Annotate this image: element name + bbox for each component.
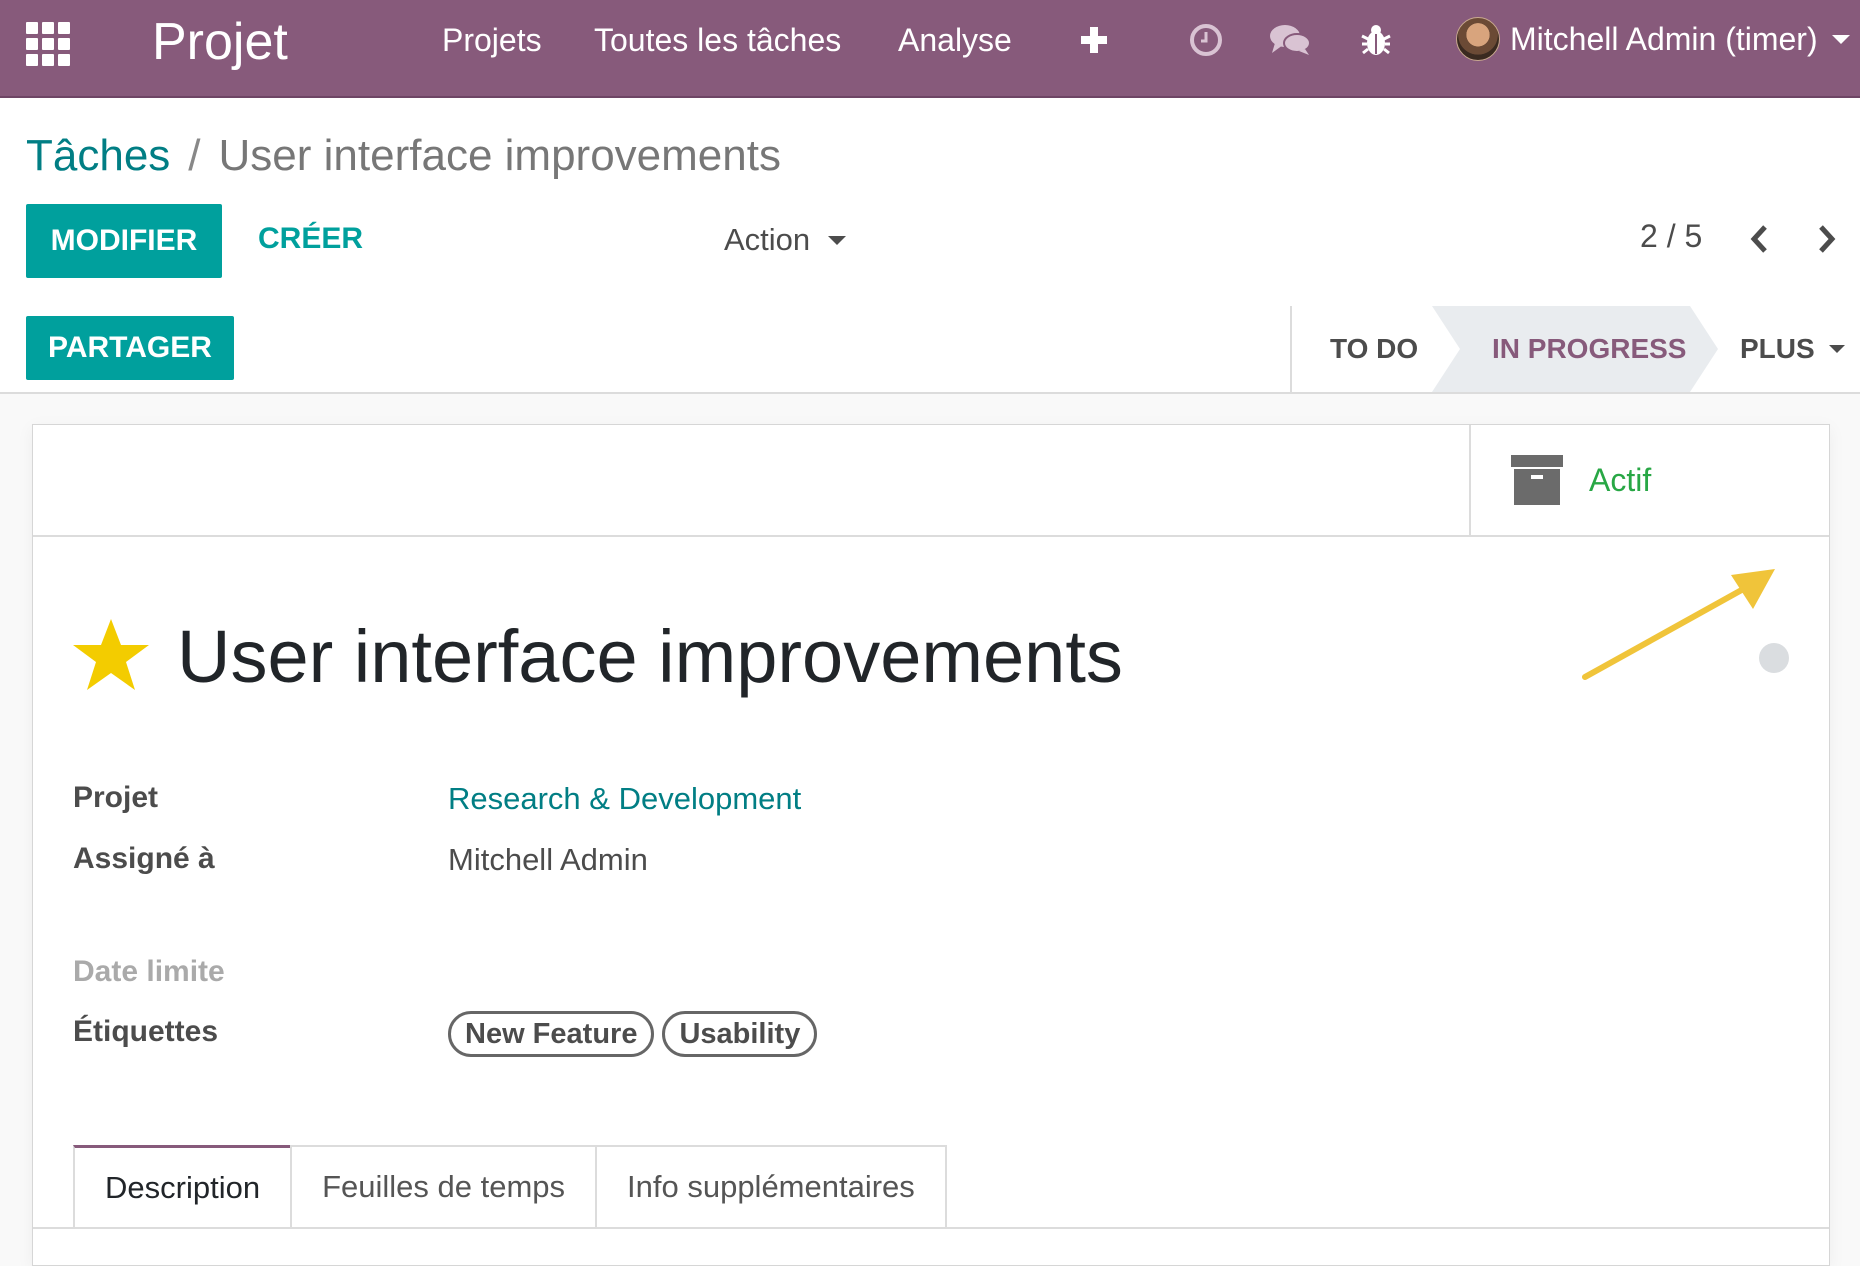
apps-grid-icon[interactable] — [24, 20, 72, 68]
active-status-label: Actif — [1589, 461, 1652, 498]
chevron-down-icon — [828, 235, 847, 245]
app-brand[interactable]: Projet — [152, 6, 288, 78]
stage-statusbar: TO DO IN PROGRESS PLUS — [1290, 306, 1860, 392]
user-menu[interactable]: Mitchell Admin (timer) — [1456, 14, 1850, 64]
pager-value[interactable]: 2 / 5 — [1640, 218, 1702, 255]
user-name: Mitchell Admin (timer) — [1510, 20, 1818, 57]
tag-usability[interactable]: Usability — [662, 1011, 818, 1057]
edit-button[interactable]: MODIFIER — [26, 204, 222, 278]
menu-all-tasks[interactable]: Toutes les tâches — [594, 20, 841, 60]
plus-icon[interactable] — [1072, 18, 1116, 62]
chevron-down-icon — [1831, 34, 1850, 44]
tab-extra-info[interactable]: Info supplémentaires — [595, 1145, 947, 1227]
task-title: User interface improvements — [177, 615, 1123, 698]
stage-todo[interactable]: TO DO — [1330, 306, 1418, 392]
assigned-value: Mitchell Admin — [448, 842, 648, 877]
tab-timesheets[interactable]: Feuilles de temps — [290, 1145, 598, 1227]
menu-analyse[interactable]: Analyse — [898, 20, 1012, 60]
breadcrumb-current: User interface improvements — [218, 131, 781, 180]
statusbar-row: PARTAGER TO DO IN PROGRESS PLUS — [0, 306, 1860, 394]
action-dropdown[interactable]: Action — [724, 222, 847, 258]
button-box: Actif — [33, 425, 1829, 537]
breadcrumb-tasks-link[interactable]: Tâches — [26, 131, 170, 180]
action-label: Action — [724, 222, 811, 257]
stage-more-dropdown[interactable]: PLUS — [1740, 306, 1845, 392]
chevron-down-icon — [1828, 345, 1845, 353]
stage-more-label: PLUS — [1740, 333, 1815, 364]
assigned-label: Assigné à — [73, 842, 215, 875]
breadcrumb: Tâches / User interface improvements — [26, 128, 781, 184]
star-icon[interactable] — [71, 615, 151, 695]
project-label: Projet — [73, 781, 159, 814]
tags-list: New Feature Usability — [448, 1011, 818, 1057]
notebook-tabs: Description Feuilles de temps Info suppl… — [73, 1145, 947, 1229]
tag-new-feature[interactable]: New Feature — [448, 1011, 655, 1057]
chat-icon[interactable] — [1268, 18, 1312, 62]
annotation-arrow-icon — [1582, 569, 1775, 680]
create-button[interactable]: CRÉER — [258, 222, 363, 256]
stage-in-progress[interactable]: IN PROGRESS — [1432, 306, 1718, 392]
bug-icon[interactable] — [1354, 18, 1398, 62]
chevron-right-icon[interactable] — [1812, 222, 1842, 256]
archive-toggle-button[interactable]: Actif — [1469, 425, 1831, 535]
tags-label: Étiquettes — [73, 1015, 219, 1048]
breadcrumb-separator: / — [188, 131, 201, 180]
tab-description[interactable]: Description — [73, 1145, 293, 1227]
avatar — [1456, 17, 1500, 61]
top-navbar: Projet Projets Toutes les tâches Analyse… — [0, 0, 1860, 98]
form-sheet: Actif User interface improvements Projet… — [32, 424, 1830, 1266]
menu-projets[interactable]: Projets — [442, 20, 542, 60]
deadline-label: Date limite — [73, 955, 225, 988]
clock-icon[interactable] — [1184, 18, 1228, 62]
share-button[interactable]: PARTAGER — [26, 316, 234, 380]
chevron-left-icon[interactable] — [1744, 222, 1774, 256]
kanban-state-indicator[interactable] — [1759, 643, 1789, 673]
archive-icon — [1511, 455, 1563, 505]
project-value-link[interactable]: Research & Development — [448, 781, 801, 817]
